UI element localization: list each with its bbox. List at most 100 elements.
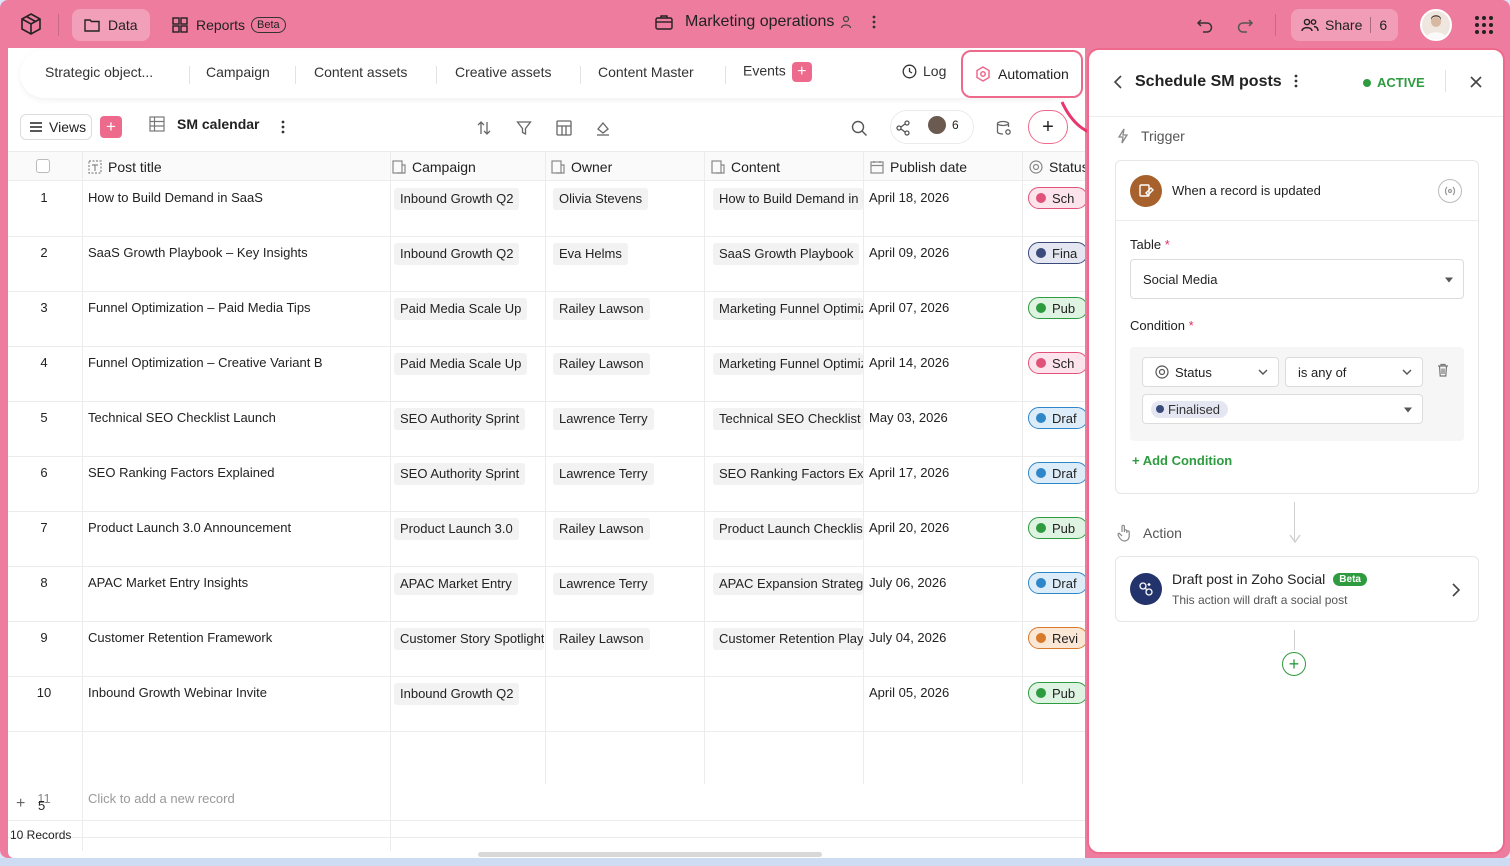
table-row[interactable]: 5 Technical SEO Checklist Launch SEO Autho… (8, 402, 1085, 457)
back-icon[interactable] (1113, 75, 1123, 89)
table-row[interactable]: 10 Inbound Growth Webinar Invite Inbound G… (8, 677, 1085, 732)
share-button[interactable]: Share 6 (1291, 9, 1398, 41)
campaign-cell[interactable]: Paid Media Scale Up (394, 298, 528, 320)
campaign-cell[interactable]: Inbound Growth Q2 (394, 243, 520, 265)
campaign-cell[interactable]: Inbound Growth Q2 (394, 683, 520, 705)
publish-date-cell[interactable]: July 04, 2026 (869, 630, 946, 645)
chevron-right-icon[interactable] (1452, 583, 1460, 597)
post-title-cell[interactable]: SaaS Growth Playbook – Key Insights (88, 245, 388, 260)
more-icon[interactable] (1294, 74, 1298, 88)
column-header-publish-date[interactable]: Publish date (870, 159, 967, 175)
group-icon[interactable] (553, 117, 575, 139)
publish-date-cell[interactable]: April 18, 2026 (869, 190, 949, 205)
owner-cell[interactable]: Eva Helms (553, 243, 628, 265)
add-view-button[interactable]: + (100, 116, 122, 138)
condition-value-select[interactable]: Finalised (1142, 394, 1423, 424)
publish-date-cell[interactable]: April 05, 2026 (869, 685, 949, 700)
sort-icon[interactable] (473, 117, 495, 139)
owner-cell[interactable]: Railey Lawson (553, 353, 650, 375)
post-title-cell[interactable]: How to Build Demand in SaaS (88, 190, 388, 205)
status-cell[interactable]: Fina (1028, 242, 1085, 264)
trash-icon[interactable] (1437, 363, 1449, 377)
campaign-cell[interactable]: Inbound Growth Q2 (394, 188, 520, 210)
search-icon[interactable] (848, 117, 870, 139)
view-more-icon[interactable] (281, 120, 285, 134)
post-title-cell[interactable]: Product Launch 3.0 Announcement (88, 520, 388, 535)
tab-campaign[interactable]: Campaign (206, 64, 270, 80)
table-row[interactable]: 4 Funnel Optimization – Creative Variant … (8, 347, 1085, 402)
status-cell[interactable]: Sch (1028, 352, 1085, 374)
column-header-campaign[interactable]: Campaign (392, 159, 476, 175)
column-header-post-title[interactable]: Post title (88, 159, 162, 175)
condition-field-select[interactable]: Status (1142, 357, 1279, 387)
undo-icon[interactable] (1196, 16, 1214, 34)
apps-grid-icon[interactable] (1475, 16, 1493, 34)
publish-date-cell[interactable]: April 14, 2026 (869, 355, 949, 370)
column-header-content[interactable]: Content (711, 159, 780, 175)
owner-cell[interactable]: Railey Lawson (553, 518, 650, 540)
content-cell[interactable]: APAC Expansion Strategy (713, 573, 863, 595)
table-row[interactable]: 7 Product Launch 3.0 Announcement Product … (8, 512, 1085, 567)
owner-cell[interactable]: Lawrence Terry (553, 463, 654, 485)
table-row[interactable]: 1 How to Build Demand in SaaS Inbound Grow… (8, 182, 1085, 237)
status-cell[interactable]: Draf (1028, 572, 1085, 594)
table-row[interactable]: 9 Customer Retention Framework Customer St… (8, 622, 1085, 677)
campaign-cell[interactable]: SEO Authority Sprint (394, 408, 526, 430)
current-view[interactable]: SM calendar (149, 116, 259, 132)
user-avatar[interactable] (1420, 9, 1452, 41)
status-cell[interactable]: Revi (1028, 627, 1085, 649)
table-select[interactable]: Social Media (1130, 259, 1464, 299)
owner-cell[interactable]: Railey Lawson (553, 298, 650, 320)
tab-strategic-objectives[interactable]: Strategic object... (45, 64, 153, 80)
add-action-button[interactable]: + (1282, 652, 1306, 676)
post-title-cell[interactable]: Customer Retention Framework (88, 630, 388, 645)
owner-cell[interactable]: Lawrence Terry (553, 408, 654, 430)
views-button[interactable]: Views (20, 114, 92, 140)
add-icon[interactable]: + (16, 795, 25, 813)
status-cell[interactable]: Draf (1028, 407, 1085, 429)
owner-cell[interactable]: Lawrence Terry (553, 573, 654, 595)
redo-icon[interactable] (1236, 16, 1254, 34)
automation-button[interactable]: Automation (961, 50, 1083, 98)
post-title-cell[interactable]: SEO Ranking Factors Explained (88, 465, 388, 480)
campaign-cell[interactable]: Paid Media Scale Up (394, 353, 528, 375)
content-cell[interactable]: How to Build Demand in S (713, 188, 863, 210)
status-cell[interactable]: Draf (1028, 462, 1085, 484)
post-title-cell[interactable]: Funnel Optimization – Creative Variant B (88, 355, 388, 370)
add-tab-button[interactable]: + (791, 62, 812, 82)
content-cell[interactable]: Marketing Funnel Optimiz (713, 353, 863, 375)
action-card[interactable]: Draft post in Zoho Social Beta This actio… (1115, 556, 1479, 622)
database-settings-icon[interactable] (993, 117, 1015, 139)
color-fill-icon[interactable] (592, 117, 614, 139)
owner-cell[interactable]: Railey Lawson (553, 628, 650, 650)
post-title-cell[interactable]: APAC Market Entry Insights (88, 575, 388, 590)
content-cell[interactable]: Product Launch Checklist (713, 518, 863, 540)
table-row[interactable]: 2 SaaS Growth Playbook – Key Insights Inbo… (8, 237, 1085, 292)
tab-reports[interactable]: Reports Beta (172, 9, 286, 41)
tab-content-master[interactable]: Content Master (598, 64, 694, 80)
status-cell[interactable]: Pub (1028, 517, 1085, 539)
publish-date-cell[interactable]: April 20, 2026 (869, 520, 949, 535)
campaign-cell[interactable]: Customer Story Spotlight (394, 628, 544, 650)
status-cell[interactable]: Pub (1028, 297, 1085, 319)
campaign-cell[interactable]: APAC Market Entry (394, 573, 518, 595)
app-title[interactable]: Marketing operations (655, 13, 888, 31)
table-row[interactable]: 8 APAC Market Entry Insights APAC Market E… (8, 567, 1085, 622)
log-button[interactable]: Log (902, 63, 946, 79)
close-icon[interactable] (1470, 76, 1482, 88)
campaign-cell[interactable]: SEO Authority Sprint (394, 463, 526, 485)
content-cell[interactable]: SaaS Growth Playbook (713, 243, 860, 265)
content-cell[interactable]: Marketing Funnel Optimiz (713, 298, 863, 320)
publish-date-cell[interactable]: May 03, 2026 (869, 410, 948, 425)
share-link-icon[interactable] (892, 117, 914, 139)
post-title-cell[interactable]: Funnel Optimization – Paid Media Tips (88, 300, 388, 315)
content-cell[interactable]: SEO Ranking Factors Expl (713, 463, 863, 485)
tab-events[interactable]: Events + (743, 62, 812, 82)
add-condition-link[interactable]: + Add Condition (1132, 453, 1232, 468)
filter-icon[interactable] (513, 117, 535, 139)
more-icon[interactable] (872, 15, 876, 29)
content-cell[interactable]: Technical SEO Checklist 2 (713, 408, 863, 430)
content-cell[interactable]: Customer Retention Playb (713, 628, 863, 650)
status-cell[interactable]: Sch (1028, 187, 1085, 209)
select-all-checkbox[interactable] (36, 159, 50, 173)
